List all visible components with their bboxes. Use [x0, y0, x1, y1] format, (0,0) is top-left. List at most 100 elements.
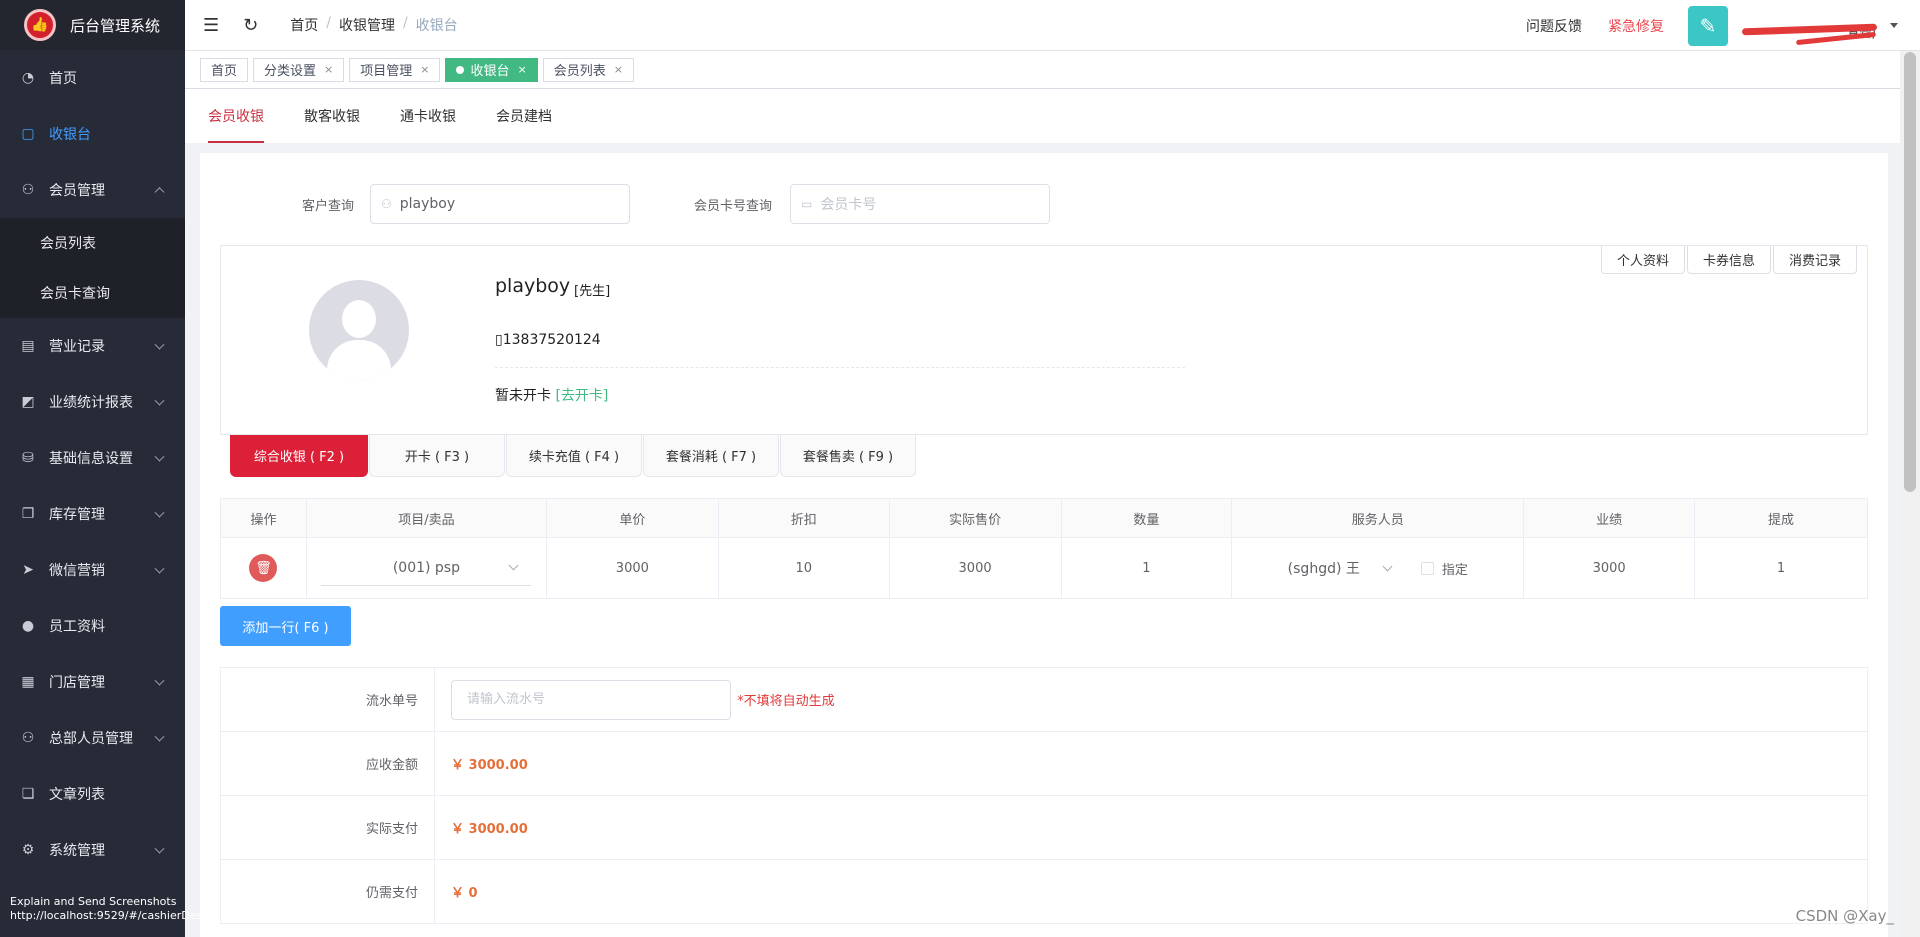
sidebar-item-store-management[interactable]: ▦ 门店管理: [0, 654, 185, 710]
add-row-button[interactable]: 添加一行( F6 ): [220, 606, 351, 646]
paid-label: 实际支付: [220, 795, 435, 860]
divider: [495, 367, 1185, 368]
personal-info-button[interactable]: 个人资料: [1600, 246, 1685, 274]
serial-number-input[interactable]: 请输入流水号: [451, 679, 731, 720]
sidebar-item-label: 收银台: [49, 127, 91, 143]
consumption-records-button[interactable]: 消费记录: [1772, 246, 1857, 274]
quantity-cell[interactable]: 1: [1060, 537, 1233, 599]
serial-number-cell: 请输入流水号 *不填将自动生成: [434, 667, 1868, 732]
sidebar-item-hq-staff[interactable]: ⚇ 总部人员管理: [0, 710, 185, 766]
open-card-link[interactable]: [去开卡]: [555, 388, 608, 404]
assign-checkbox[interactable]: 指定: [1420, 559, 1468, 578]
discount-cell[interactable]: 10: [717, 537, 890, 599]
bag-icon: ▢: [21, 126, 35, 142]
sidebar-item-performance-report[interactable]: ◩ 业绩统计报表: [0, 374, 185, 430]
urgent-fix-link[interactable]: 紧急修复: [1608, 16, 1664, 36]
copy-icon: ❐: [21, 506, 35, 522]
tag-project-management[interactable]: 项目管理 ×: [349, 57, 441, 82]
status-overlay-url: http://localhost:9529/#/cashierDesk: [10, 909, 209, 922]
tab-open-card[interactable]: 开卡 ( F3 ): [369, 435, 505, 477]
person-icon: ●: [21, 618, 35, 634]
sidebar: 👍 后台管理系统 ◔ 首页 ▢ 收银台 ⚇ 会员管理 会员列表 会员卡查询 ▤ …: [0, 0, 209, 937]
tag-category-settings[interactable]: 分类设置 ×: [253, 57, 345, 82]
tab-general-cashier[interactable]: 综合收银 ( F2 ): [230, 435, 368, 477]
tab-general-card-cashier[interactable]: 通卡收银: [400, 89, 456, 143]
tab-member-cashier[interactable]: 会员收银: [208, 89, 264, 143]
payment-summary: 流水单号 请输入流水号 *不填将自动生成 应收金额 ￥ 3000.00 实际支付…: [220, 667, 1868, 924]
sidebar-item-wechat-marketing[interactable]: ➤ 微信营销: [0, 542, 185, 598]
sidebar-item-inventory[interactable]: ❐ 库存管理: [0, 486, 185, 542]
menu-fold-icon[interactable]: ☰: [203, 15, 219, 36]
tab-member-registration[interactable]: 会员建档: [496, 89, 552, 143]
sidebar-item-business-records[interactable]: ▤ 营业记录: [0, 318, 185, 374]
sidebar-item-member-management[interactable]: ⚇ 会员管理: [0, 162, 185, 218]
sidebar-item-basic-settings[interactable]: ⛁ 基础信息设置: [0, 430, 185, 486]
tab-card-recharge[interactable]: 续卡充值 ( F4 ): [506, 435, 642, 477]
chevron-down-icon: [508, 560, 519, 571]
navbar-right: 问题反馈 紧急修复 ✎ 直营): [1526, 0, 1920, 51]
summary-row: 应收金额 ￥ 3000.00: [220, 731, 1868, 796]
send-icon: ➤: [22, 562, 34, 578]
tag-label: 收银台: [470, 64, 510, 79]
sidebar-item-staff[interactable]: ● 员工资料: [0, 598, 185, 654]
breadcrumb-separator: /: [402, 15, 408, 31]
user-icon: ⚇: [21, 730, 35, 746]
sidebar-item-label: 基础信息设置: [49, 451, 133, 467]
sidebar-subitem-member-list[interactable]: 会员列表: [0, 218, 185, 268]
member-profile: playboy [先生] ▯13837520124 暂未开卡 [去开卡] 个人资…: [220, 245, 1868, 435]
refresh-icon[interactable]: ↻: [243, 15, 258, 36]
dashboard-icon: ◔: [21, 70, 35, 86]
customer-search-input[interactable]: ⚇ playboy: [370, 184, 630, 224]
close-icon[interactable]: ×: [420, 63, 429, 76]
tag-member-list[interactable]: 会员列表 ×: [542, 57, 634, 82]
feedback-link[interactable]: 问题反馈: [1526, 16, 1582, 36]
scrollbar-thumb[interactable]: [1904, 52, 1916, 492]
chart-icon: ◩: [21, 394, 35, 410]
tab-package-consume[interactable]: 套餐消耗 ( F7 ): [643, 435, 779, 477]
logo[interactable]: 👍 后台管理系统: [0, 0, 185, 50]
tag-label: 首页: [211, 64, 238, 79]
sidebar-item-system[interactable]: ⚙ 系统管理: [0, 822, 185, 878]
tab-walkin-cashier[interactable]: 散客收银: [304, 89, 360, 143]
sidebar-item-label: 系统管理: [49, 843, 105, 859]
function-tabs: 综合收银 ( F2 ) 开卡 ( F3 ) 续卡充值 ( F4 ) 套餐消耗 (…: [230, 435, 917, 477]
sidebar-item-label: 文章列表: [49, 787, 105, 803]
submenu-member: 会员列表 会员卡查询: [0, 218, 185, 318]
remaining-cell: ￥ 0: [434, 859, 1868, 924]
sidebar-subitem-card-query[interactable]: 会员卡查询: [0, 268, 185, 318]
actual-price-cell[interactable]: 3000: [888, 537, 1062, 599]
staff-select[interactable]: (sghgd) 王: [1288, 558, 1393, 578]
card-number-input[interactable]: ▭ 会员卡号: [790, 184, 1050, 224]
user-name[interactable]: 直营): [1736, 6, 1886, 46]
checkbox-box[interactable]: [1420, 561, 1434, 575]
sidebar-item-cashier[interactable]: ▢ 收银台: [0, 106, 185, 162]
status-overlay-title: Explain and Send Screenshots: [10, 895, 177, 908]
sidebar-item-home[interactable]: ◔ 首页: [0, 50, 185, 106]
chevron-down-icon: [154, 843, 165, 854]
breadcrumb-home[interactable]: 首页: [290, 15, 318, 35]
sidebar-item-label: 会员管理: [49, 183, 105, 199]
close-icon[interactable]: ×: [614, 63, 623, 76]
tag-cashier[interactable]: 收银台 ×: [445, 57, 538, 82]
breadcrumb-cashier-management[interactable]: 收银管理: [339, 15, 395, 35]
close-icon[interactable]: ×: [324, 63, 333, 76]
item-select[interactable]: (001) psp: [321, 550, 532, 586]
delete-icon[interactable]: 🗑: [249, 554, 278, 582]
gear-icon: ⚙: [21, 842, 35, 858]
item-cell: (001) psp: [305, 537, 547, 599]
member-phone-number: 13837520124: [502, 332, 601, 348]
close-icon[interactable]: ×: [518, 63, 527, 76]
caret-down-icon[interactable]: [1890, 23, 1898, 28]
serial-number-label: 流水单号: [220, 667, 435, 732]
column-header: 折扣: [717, 498, 890, 538]
sidebar-item-articles[interactable]: ❏ 文章列表: [0, 766, 185, 822]
phone-icon: ▯: [495, 332, 503, 348]
coupon-info-button[interactable]: 卡券信息: [1686, 246, 1771, 274]
tab-package-sale[interactable]: 套餐售卖 ( F9 ): [780, 435, 916, 477]
price-cell: 3000: [545, 537, 719, 599]
tag-home[interactable]: 首页: [200, 57, 249, 82]
serial-number-note: *不填将自动生成: [737, 694, 835, 709]
column-header: 操作: [220, 498, 307, 538]
member-name: playboy: [495, 275, 571, 297]
user-avatar[interactable]: ✎: [1688, 5, 1728, 46]
